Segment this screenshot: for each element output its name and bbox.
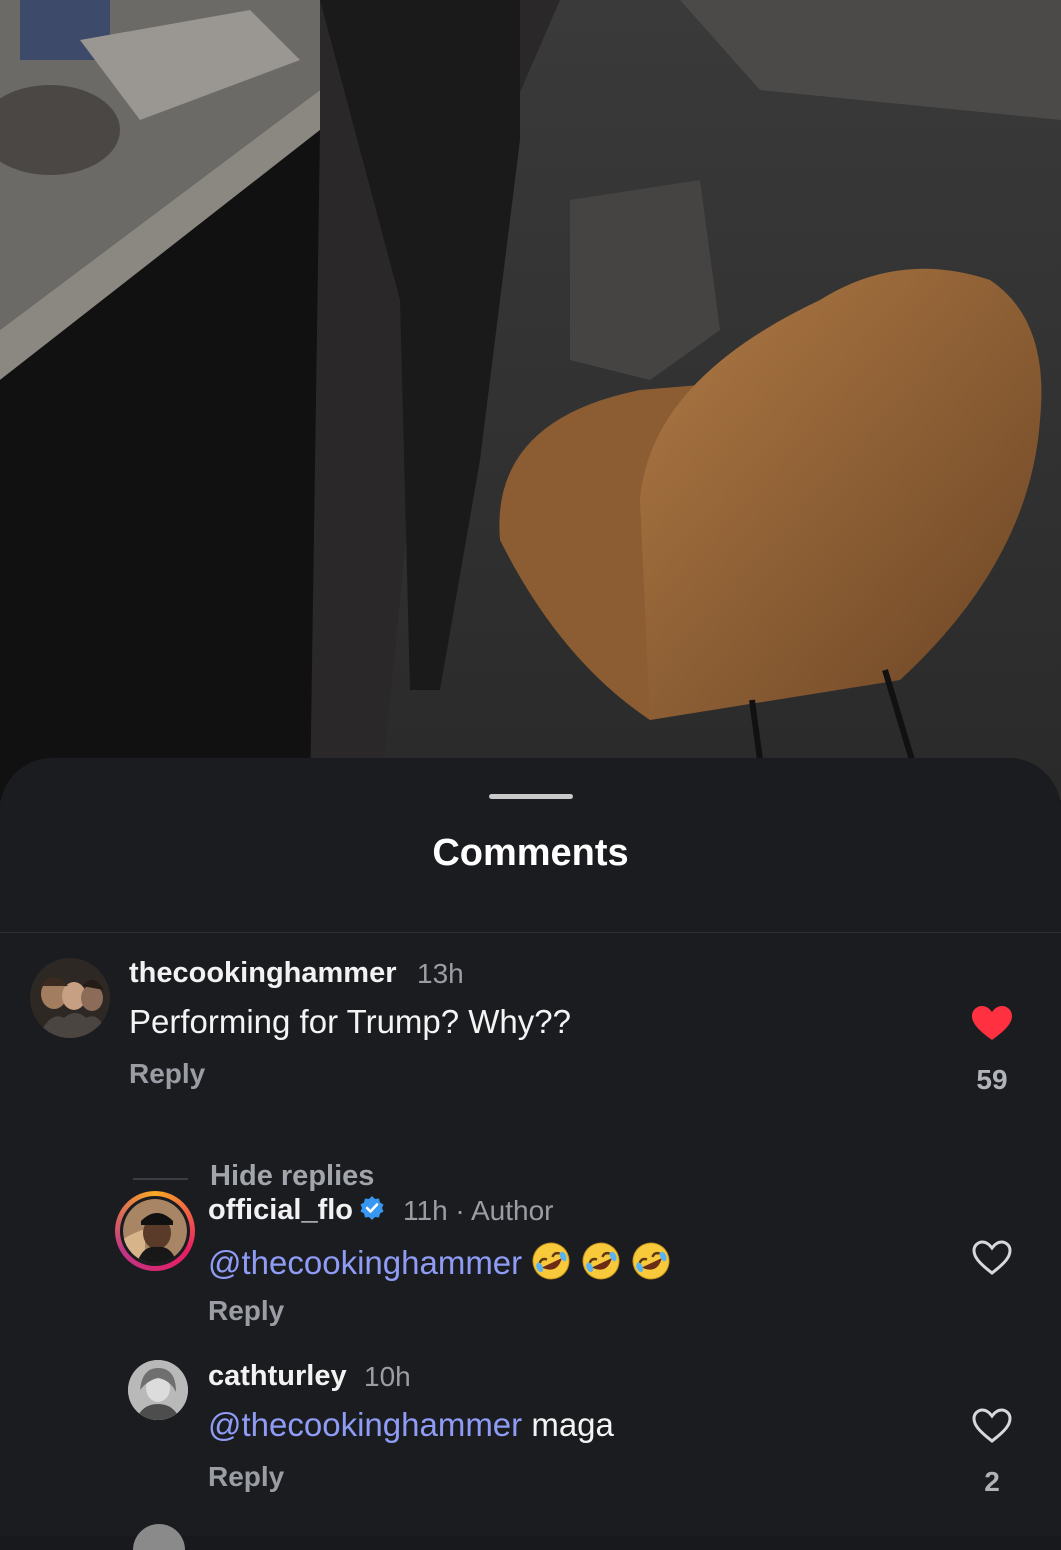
comment-time: 13h xyxy=(417,958,464,989)
sheet-title: Comments xyxy=(432,832,629,874)
avatar[interactable] xyxy=(30,958,110,1038)
rolling-on-floor-laughing-icon xyxy=(632,1242,670,1280)
video-frame[interactable] xyxy=(0,0,1061,800)
reply-username-text[interactable]: official_flo xyxy=(208,1194,353,1226)
verified-badge-icon xyxy=(360,1196,384,1220)
next-reply-avatar-partial xyxy=(133,1524,185,1550)
avatar-story-ring[interactable] xyxy=(115,1191,195,1271)
reply-button[interactable]: Reply xyxy=(208,1461,284,1493)
heart-outline-icon[interactable] xyxy=(972,1240,1012,1276)
heart-filled-icon[interactable] xyxy=(972,1006,1012,1042)
divider xyxy=(0,932,1061,933)
reply-button[interactable]: Reply xyxy=(129,1058,205,1090)
reply-meta: 11h · Author xyxy=(403,1195,553,1227)
reply-text: @thecookinghammer xyxy=(208,1240,672,1282)
comments-sheet: Comments thecookinghammer 13h Performing… xyxy=(0,758,1061,1550)
rolling-on-floor-laughing-icon xyxy=(532,1242,570,1280)
hide-replies-line xyxy=(133,1178,188,1180)
avatar[interactable] xyxy=(128,1360,188,1420)
comment-username[interactable]: thecookinghammer xyxy=(129,957,397,990)
rolling-on-floor-laughing-icon xyxy=(582,1242,620,1280)
comment-text: Performing for Trump? Why?? xyxy=(129,1003,571,1040)
video-scene xyxy=(0,0,1061,800)
mention-link[interactable]: @thecookinghammer xyxy=(208,1406,522,1443)
avatar-photo-icon xyxy=(30,958,110,1038)
author-badge: Author xyxy=(470,1195,554,1226)
heart-outline-icon[interactable] xyxy=(972,1408,1012,1444)
avatar-photo-icon xyxy=(123,1199,187,1263)
mention-link[interactable]: @thecookinghammer xyxy=(208,1244,522,1281)
reply-text: @thecookinghammer maga xyxy=(208,1406,614,1444)
hide-replies-button[interactable]: Hide replies xyxy=(210,1160,374,1193)
like-count: 2 xyxy=(984,1466,1000,1497)
reply-time: 11h xyxy=(403,1195,448,1226)
reply-username[interactable]: cathturley xyxy=(208,1360,347,1393)
avatar-photo-icon xyxy=(128,1360,188,1420)
sheet-drag-handle[interactable] xyxy=(489,794,573,799)
meta-separator: · xyxy=(455,1195,465,1226)
reply-button[interactable]: Reply xyxy=(208,1295,284,1327)
like-count: 59 xyxy=(976,1064,1008,1095)
avatar xyxy=(120,1196,190,1266)
reply-time: 10h xyxy=(364,1361,411,1392)
reply-text-content: maga xyxy=(522,1406,614,1443)
reply-username[interactable]: official_flo xyxy=(208,1194,385,1227)
